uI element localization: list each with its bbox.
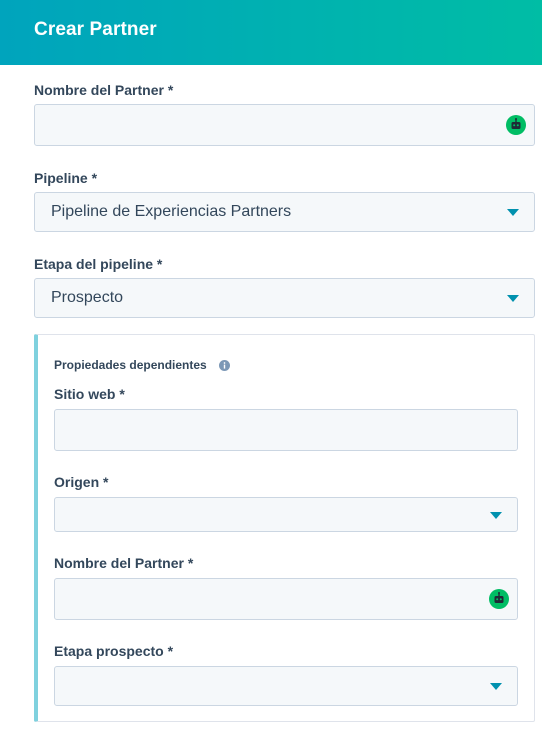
website-input[interactable] <box>54 409 518 451</box>
prospect-stage-label: Etapa prospecto * <box>54 643 174 659</box>
bot-icon[interactable] <box>489 589 509 609</box>
dependent-partner-name-input[interactable] <box>54 578 518 620</box>
dependent-properties-title: Propiedades dependientes <box>54 358 207 372</box>
modal-title: Crear Partner <box>34 19 157 40</box>
caret-down-icon <box>490 683 502 690</box>
info-icon[interactable] <box>219 360 230 371</box>
origin-select[interactable] <box>54 497 518 532</box>
pipeline-stage-value: Prospecto <box>51 289 124 306</box>
caret-down-icon <box>507 295 519 302</box>
partner-name-label: Nombre del Partner * <box>34 82 174 98</box>
prospect-stage-select[interactable] <box>54 666 518 706</box>
caret-down-icon <box>490 511 502 519</box>
website-label: Sitio web * <box>54 386 125 402</box>
pipeline-stage-label: Etapa del pipeline * <box>34 256 163 272</box>
pipeline-stage-select[interactable]: Prospecto <box>34 278 535 318</box>
pipeline-value: Pipeline de Experiencias Partners <box>51 203 292 220</box>
bot-icon[interactable] <box>506 115 526 135</box>
dependent-partner-name-label: Nombre del Partner * <box>54 555 194 571</box>
caret-down-icon <box>507 209 519 216</box>
partner-name-input[interactable] <box>34 104 535 146</box>
pipeline-select[interactable]: Pipeline de Experiencias Partners <box>34 192 535 232</box>
pipeline-label: Pipeline * <box>34 170 98 186</box>
origin-label: Origen * <box>54 474 109 490</box>
modal-header: Crear Partner <box>0 0 542 65</box>
